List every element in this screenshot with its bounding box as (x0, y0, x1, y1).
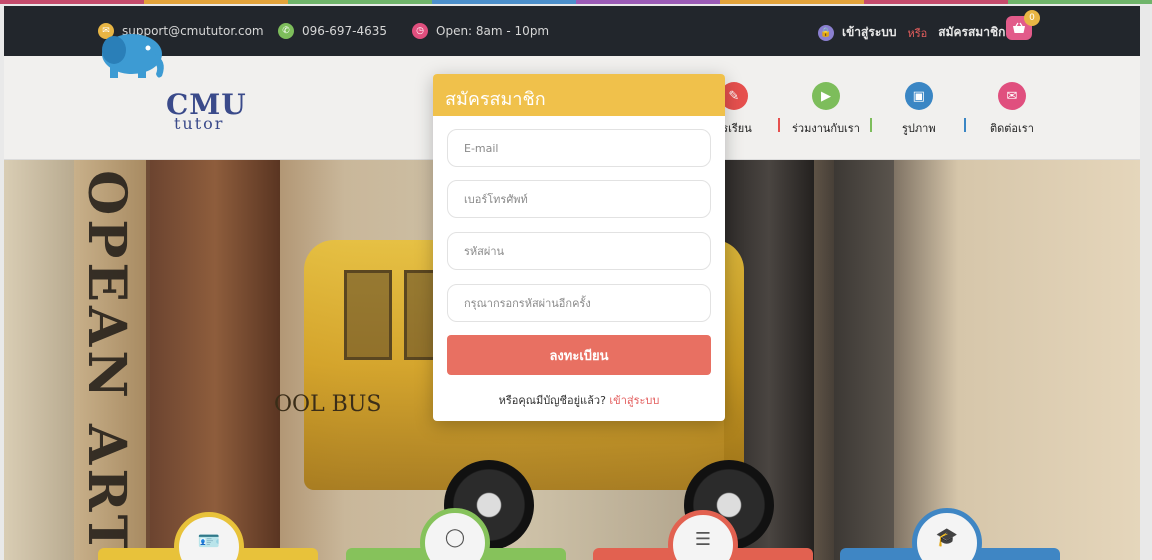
book-spine (150, 160, 280, 560)
nav-label: ติดต่อเรา (990, 122, 1034, 135)
account-links: 🔒 เข้าสู่ระบบ หรือ สมัครสมาชิก (818, 23, 1005, 42)
register-modal: สมัครสมาชิก ลงทะเบียน หรือคุณมีบัญชีอยู่… (433, 74, 725, 421)
nav-divider (778, 118, 780, 132)
clock-icon: ◷ (412, 23, 428, 39)
strip-segment (288, 0, 432, 4)
hours-text: Open: 8am - 10pm (436, 24, 550, 38)
phone-icon: ✆ (278, 23, 294, 39)
modal-footer: หรือคุณมีบัญชีอยู่แล้ว? เข้าสู่ระบบ (433, 391, 725, 409)
phone-field[interactable] (447, 180, 711, 218)
book-spine (4, 160, 74, 560)
strip-segment (720, 0, 864, 4)
strip-segment (864, 0, 1008, 4)
nav-label: รูปภาพ (902, 122, 936, 135)
login-link-modal[interactable]: เข้าสู่ระบบ (609, 394, 659, 407)
phone-contact[interactable]: ✆ 096-697-4635 (278, 23, 387, 39)
strip-segment (0, 0, 144, 4)
strip-segment (144, 0, 288, 4)
nav-divider (870, 118, 872, 132)
nav-divider (964, 118, 966, 132)
modal-title: สมัครสมาชิก (433, 74, 725, 116)
opening-hours: ◷ Open: 8am - 10pm (412, 23, 549, 39)
cart-count-badge: 0 (1024, 10, 1040, 26)
site-logo[interactable] (92, 24, 242, 84)
phone-text: 096-697-4635 (302, 24, 388, 38)
email-field[interactable] (447, 129, 711, 167)
basket-icon (1013, 22, 1025, 33)
strip-segment (1008, 0, 1152, 4)
mail-icon: ✉ (997, 82, 1026, 110)
nav-item-contact[interactable]: ✉ ติดต่อเรา (990, 82, 1034, 137)
lock-icon: 🔒 (818, 24, 834, 41)
book-spine (834, 160, 894, 560)
confirm-password-field[interactable] (447, 284, 711, 322)
bus-window (344, 270, 392, 360)
register-button[interactable]: ลงทะเบียน (447, 335, 711, 375)
nav-item-join-us[interactable]: ▶ ร่วมงานกับเรา (792, 82, 860, 137)
image-icon: ▣ (904, 82, 933, 110)
strip-segment (432, 0, 576, 4)
nav-item-gallery[interactable]: ▣ รูปภาพ (902, 82, 936, 137)
logo-text-sub: tutor (174, 114, 225, 133)
password-field[interactable] (447, 232, 711, 270)
video-icon: ▶ (811, 82, 840, 110)
nav-label: ร่วมงานกับเรา (792, 122, 860, 135)
register-link[interactable]: สมัครสมาชิก (938, 23, 1005, 42)
have-account-text: หรือคุณมีบัญชีอยู่แล้ว? (498, 394, 606, 407)
login-link[interactable]: เข้าสู่ระบบ (842, 23, 897, 42)
elephant-logo-icon (102, 34, 164, 78)
bus-side-text: OOL BUS (274, 392, 382, 417)
or-text: หรือ (907, 26, 928, 40)
book-spine-text: OPEAN ART (76, 170, 137, 558)
strip-segment (576, 0, 720, 4)
